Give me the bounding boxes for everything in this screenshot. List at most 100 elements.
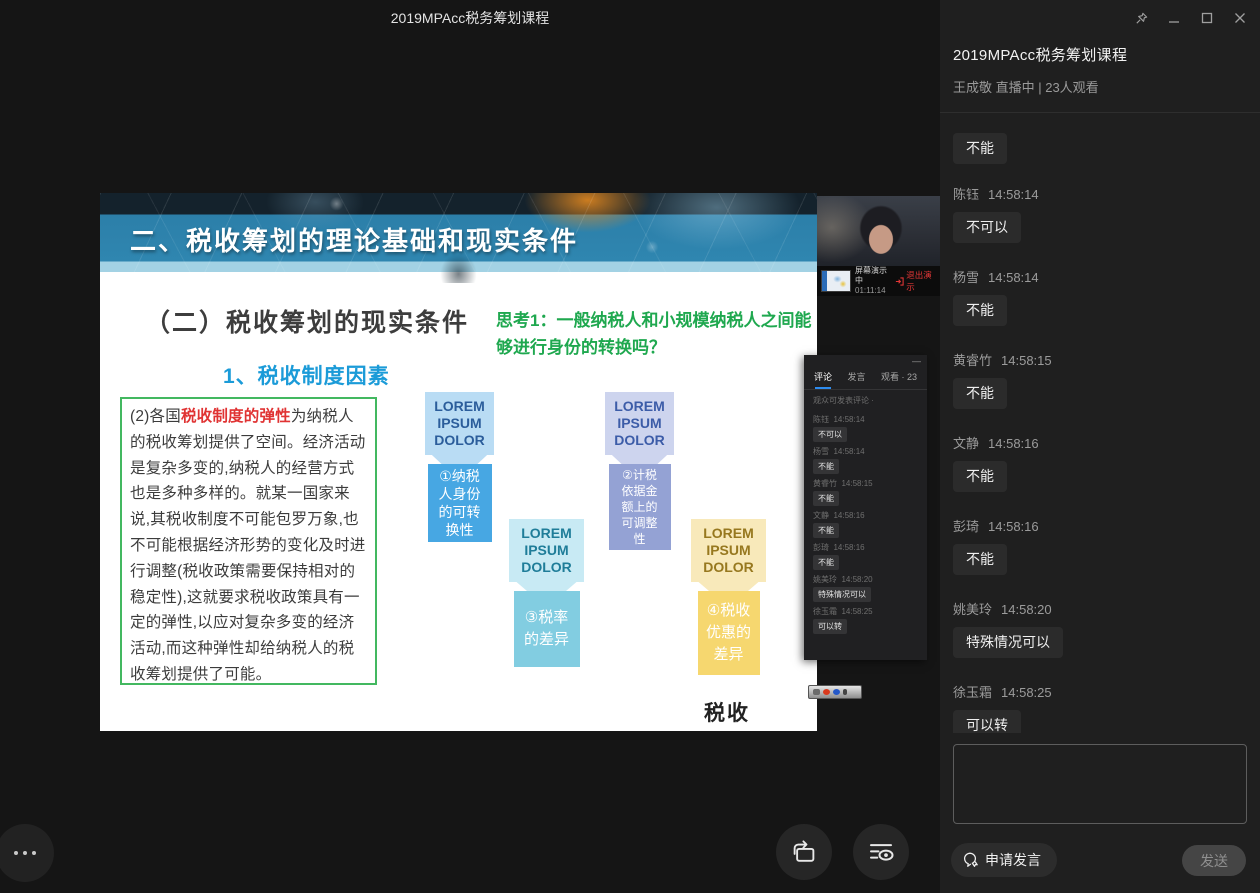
mini-panel-minimize-icon: —	[912, 356, 921, 366]
chat-message: 徐玉霜 14:58:25 可以转	[953, 682, 1247, 733]
slide-question-text: 思考1：一般纳税人和小规模纳税人之间能够进行身份的转换吗？	[496, 307, 822, 361]
chat-message: 杨雪14:58:14 不能	[953, 267, 1247, 326]
block-4-connector	[691, 582, 766, 591]
pin-window-button[interactable]	[1133, 10, 1149, 26]
chat-message-head: 徐玉霜 14:58:25	[953, 682, 1247, 701]
chat-sidebar: 2019MPAcc税务筹划课程 王成敬 直播中 | 23人观看 不能 陈钰14:…	[940, 0, 1260, 893]
more-options-button[interactable]	[0, 824, 54, 882]
presenter-toolbar	[808, 685, 862, 699]
course-title: 2019MPAcc税务筹划课程	[953, 44, 1127, 65]
block-3-body-text: ③税率的差异	[522, 607, 572, 651]
presenter-record-icon	[823, 689, 830, 695]
block-3-header: LOREM IPSUM DOLOR	[509, 519, 584, 582]
mini-tab-viewers: 观看 · 23	[881, 370, 917, 389]
chat-sender-name: 彭琦	[953, 519, 979, 534]
shared-slide: 二、税收筹划的理论基础和现实条件 （二）税收筹划的现实条件 1、税收制度因素 思…	[100, 193, 817, 731]
mini-comment-panel: — 评论 发言 观看 · 23 观众可发表评论 · 陈钰 14:58:14不可以…	[804, 355, 927, 660]
paragraph-highlight: 税收制度的弹性	[181, 408, 291, 425]
paragraph-prefix: (2)各国	[130, 408, 181, 425]
mini-panel-titlebar: —	[804, 355, 927, 368]
mini-msg-bubble: 不可以	[813, 427, 847, 442]
slide-banner: 二、税收筹划的理论基础和现实条件	[100, 193, 817, 283]
mini-msg-name: 彭琦	[813, 543, 829, 552]
mini-msg-time: 14:58:25	[841, 607, 872, 616]
paragraph-rest: 为纳税人的税收筹划提供了空间。经济活动是复杂多变的,纳税人的经营方式也是多种多样…	[130, 408, 366, 683]
mini-msg-name: 杨雪	[813, 447, 829, 456]
maximize-window-button[interactable]	[1199, 10, 1215, 26]
mini-msg-name: 徐玉霜	[813, 607, 837, 616]
chat-message-head: 陈钰14:58:14	[953, 184, 1247, 203]
screen-share-thumbnail[interactable]	[821, 270, 851, 292]
chat-message: 陈钰14:58:14 不可以	[953, 184, 1247, 243]
screen-share-status-bar: 屏幕演示中 01:11:14 退出演示	[817, 266, 940, 296]
switch-screen-button[interactable]	[776, 824, 832, 880]
presenter-help-icon	[833, 689, 840, 695]
teacher-webcam-video[interactable]	[817, 196, 940, 266]
slide-banner-title: 二、税收筹划的理论基础和现实条件	[130, 221, 578, 258]
course-subtitle: 王成敬 直播中 | 23人观看	[953, 77, 1099, 96]
chat-sender-name: 文静	[953, 436, 979, 451]
chat-message-head: 文静14:58:16	[953, 433, 1247, 452]
main-stage: 2019MPAcc税务筹划课程 二、税收筹划的理论基础和现实条件 （二）税收筹划…	[0, 0, 940, 893]
chat-message: 黄睿竹 14:58:15 不能	[953, 350, 1247, 409]
chat-bubble: 不能	[953, 461, 1007, 492]
slide-block-2: LOREM IPSUM DOLOR ②计税依据金额上的可调整性	[605, 392, 674, 550]
chat-timestamp: 14:58:20	[1001, 602, 1052, 617]
close-window-button[interactable]	[1232, 10, 1248, 26]
mini-msg-time: 14:58:16	[833, 511, 864, 520]
presenter-more-icon	[843, 689, 847, 695]
exit-presentation-button[interactable]: 退出演示	[895, 269, 936, 293]
mini-message: 姚美玲 14:58:20 特殊情况可以	[813, 574, 918, 602]
send-button[interactable]: 发送	[1182, 845, 1246, 876]
screen-share-duration: 01:11:14	[855, 286, 891, 296]
chat-timestamp: 14:58:16	[988, 519, 1039, 534]
mini-msg-bubble: 特殊情况可以	[813, 587, 871, 602]
mini-msg-bubble: 可以转	[813, 619, 847, 634]
stage-title: 2019MPAcc税务筹划课程	[0, 6, 940, 30]
block-4-body: ④税收优惠的差异	[698, 591, 760, 675]
block-4-header: LOREM IPSUM DOLOR	[691, 519, 766, 582]
chat-message: 姚美玲14:58:20 特殊情况可以	[953, 599, 1247, 658]
mini-msg-bubble: 不能	[813, 523, 839, 538]
stage-title-bar: 2019MPAcc税务筹划课程	[0, 6, 940, 30]
chat-message: 彭琦14:58:16 不能	[953, 516, 1247, 575]
chat-timestamp: 14:58:25	[1001, 685, 1052, 700]
mini-msg-name: 姚美玲	[813, 575, 837, 584]
chat-sender-name: 陈钰	[953, 187, 979, 202]
window-controls	[1133, 10, 1248, 26]
chat-sender-name: 黄睿竹	[953, 353, 992, 368]
mini-msg-time: 14:58:20	[841, 575, 872, 584]
screen-share-status: 屏幕演示中	[855, 266, 891, 286]
minimize-window-button[interactable]	[1166, 10, 1182, 26]
exit-icon	[895, 277, 904, 286]
mini-msg-name: 陈钰	[813, 415, 829, 424]
mini-msg-bubble: 不能	[813, 459, 839, 474]
mini-panel-messages: 陈钰 14:58:14不可以 杨雪 14:58:14不能 黄睿竹 14:58:1…	[804, 408, 927, 636]
chat-bubble: 可以转	[953, 710, 1021, 733]
more-dot	[23, 851, 27, 855]
chat-input[interactable]	[953, 744, 1247, 824]
block-2-connector	[605, 455, 674, 464]
block-1-body-text: ①纳税人身份的可转换性	[436, 467, 484, 539]
mini-tab-comments: 评论	[814, 370, 832, 389]
presenter-pen-icon	[813, 689, 820, 695]
mini-message: 彭琦 14:58:16不能	[813, 542, 918, 570]
mini-message: 陈钰 14:58:14不可以	[813, 414, 918, 442]
chat-bubble: 不能	[953, 378, 1007, 409]
mini-msg-name: 文静	[813, 511, 829, 520]
block-2-body: ②计税依据金额上的可调整性	[609, 464, 671, 550]
request-speak-button[interactable]: 申请发言	[951, 843, 1057, 877]
mini-msg-time: 14:58:16	[833, 543, 864, 552]
slide-block-1: LOREM IPSUM DOLOR ①纳税人身份的可转换性	[425, 392, 494, 542]
request-speak-icon	[961, 851, 979, 869]
chat-bubble: 特殊情况可以	[953, 627, 1063, 658]
viewer-list-button[interactable]	[853, 824, 909, 880]
slide-subsection-title: 1、税收制度因素	[223, 360, 390, 390]
chat-message-head: 彭琦 14:58:16	[953, 516, 1247, 535]
more-dot	[32, 851, 36, 855]
chat-bubble: 不能	[953, 133, 1007, 164]
chat-timestamp: 14:58:14	[988, 270, 1039, 285]
block-1-body: ①纳税人身份的可转换性	[428, 464, 492, 542]
chat-sender-name: 徐玉霜	[953, 685, 992, 700]
chat-timestamp: 14:58:15	[1001, 353, 1052, 368]
